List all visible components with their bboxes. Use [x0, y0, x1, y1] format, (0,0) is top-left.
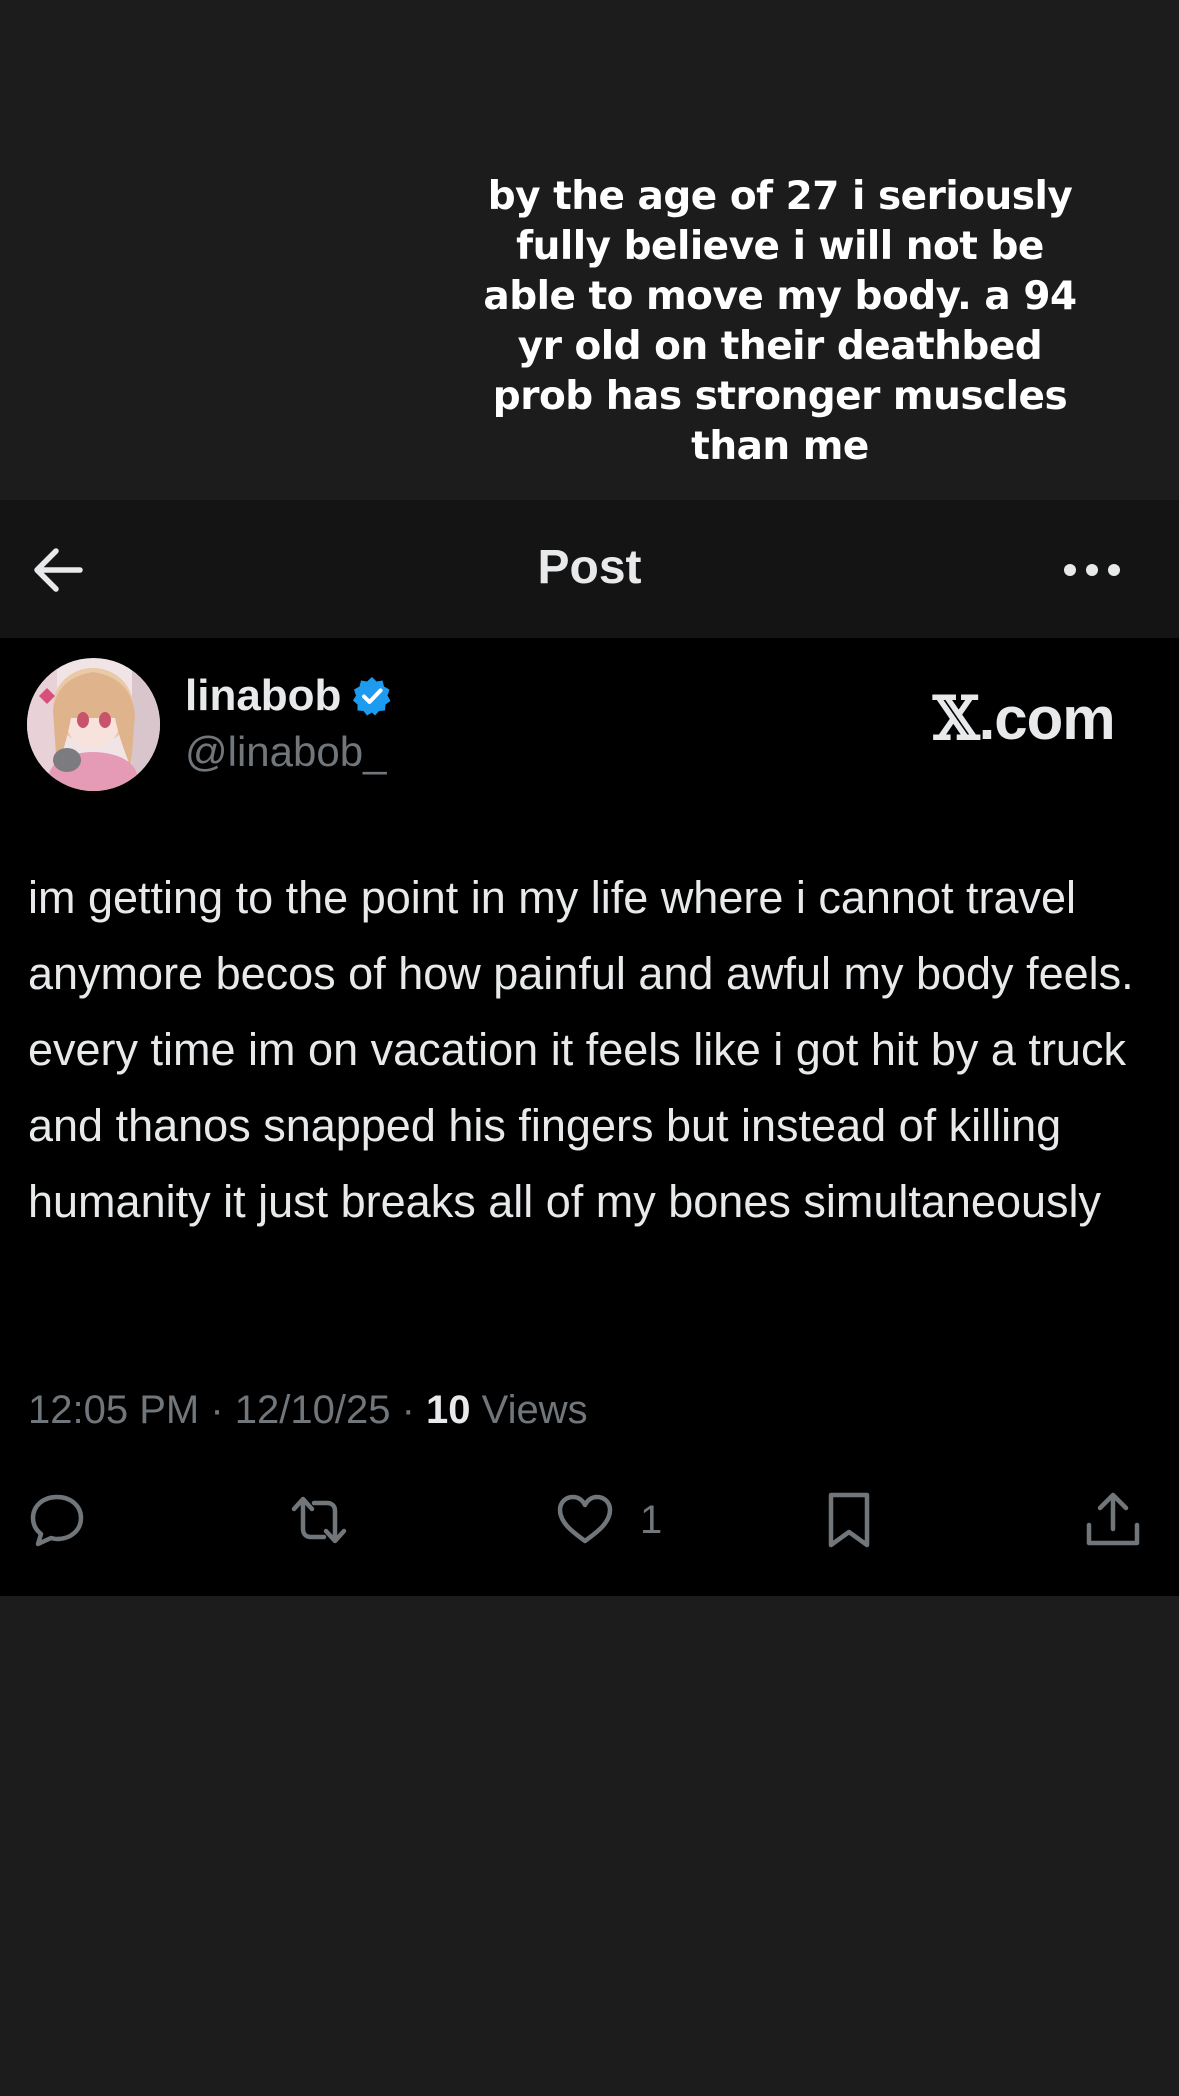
reply-button[interactable]	[26, 1488, 88, 1552]
empty-background	[0, 1596, 1179, 2096]
avatar-image	[27, 658, 160, 791]
heart-icon	[557, 1494, 613, 1544]
repost-icon	[291, 1496, 347, 1544]
x-com-watermark: 𝕏.com	[933, 684, 1116, 754]
brand-suffix: .com	[978, 685, 1116, 752]
bookmark-icon	[828, 1492, 870, 1548]
post-time: 12:05 PM	[28, 1388, 200, 1432]
top-navigation-bar: Post	[0, 500, 1179, 638]
share-icon	[1086, 1492, 1140, 1546]
meta-separator: ·	[199, 1388, 235, 1432]
repost-button[interactable]	[288, 1488, 350, 1552]
post-card: linabob @linabob_ 𝕏.com im getting to th…	[0, 638, 1179, 1596]
caption-area: by the age of 27 i seriously fully belie…	[0, 0, 1179, 500]
post-actions-bar: 1	[0, 1488, 1179, 1558]
caption-text: by the age of 27 i seriously fully belie…	[483, 174, 1077, 469]
meta-separator: ·	[390, 1388, 427, 1432]
share-button[interactable]	[1082, 1488, 1144, 1552]
views-label: Views	[481, 1388, 588, 1432]
post-body-text: im getting to the point in my life where…	[28, 872, 1134, 1227]
post-meta: 12:05 PM · 12/10/25 · 10 Views	[28, 1388, 588, 1433]
views-count[interactable]: 10	[426, 1388, 471, 1432]
post-date: 12/10/25	[234, 1388, 391, 1432]
bookmark-button[interactable]	[818, 1488, 880, 1552]
like-count: 1	[640, 1497, 663, 1542]
more-options-button[interactable]	[1060, 548, 1124, 592]
more-horizontal-icon	[1064, 564, 1120, 576]
reply-icon	[30, 1494, 84, 1547]
verified-badge-icon	[353, 677, 391, 716]
x-logo-icon: 𝕏	[933, 684, 980, 754]
author-name-row[interactable]: linabob	[185, 668, 393, 724]
author-handle[interactable]: @linabob_	[185, 728, 386, 776]
avatar[interactable]	[27, 658, 160, 791]
page-title: Post	[537, 541, 642, 594]
author-display-name[interactable]: linabob	[185, 671, 341, 721]
like-button[interactable]: 1	[554, 1488, 662, 1552]
